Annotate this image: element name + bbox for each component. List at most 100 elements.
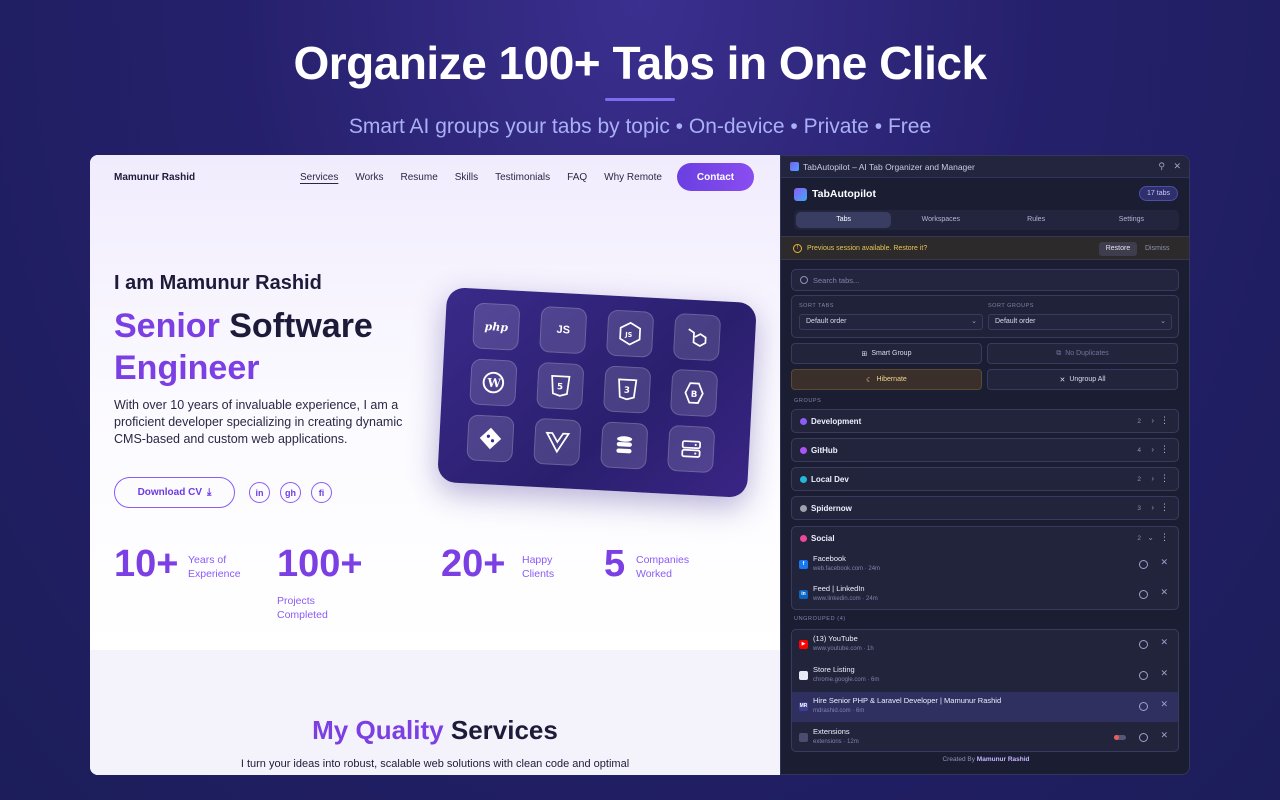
close-tab-icon[interactable]: ✕ (1160, 637, 1168, 648)
tab-row-store-listing[interactable]: Store Listing chrome.google.com · 6m ✕ (792, 661, 1178, 691)
clock-icon[interactable] (1139, 560, 1148, 569)
group-color-dot (800, 505, 807, 512)
more-icon[interactable]: ⋮ (1160, 502, 1169, 513)
hibernate-button[interactable]: ☾ Hibernate (791, 369, 982, 390)
server-icon (666, 424, 716, 474)
close-tab-icon[interactable]: ✕ (1160, 730, 1168, 741)
no-duplicates-label: No Duplicates (1065, 350, 1109, 357)
tab-rules[interactable]: Rules (989, 210, 1084, 230)
tab-tabs[interactable]: Tabs (796, 212, 892, 228)
site-brand[interactable]: Mamunur Rashid (114, 172, 195, 183)
tab-row-linkedin[interactable]: in Feed | LinkedIn www.linkedin.com · 24… (792, 580, 1178, 610)
window-title: TabAutopilot – AI Tab Organizer and Mana… (803, 162, 975, 172)
app-logo-icon (794, 188, 807, 201)
more-icon[interactable]: ⋮ (1160, 415, 1169, 426)
html5-icon: 5 (536, 361, 585, 411)
fiverr-icon[interactable]: fi (311, 482, 332, 503)
more-icon[interactable]: ⋮ (1160, 444, 1169, 455)
download-icon: ⤓ (207, 487, 212, 498)
tech-stack-card: php JS JS W 5 3 B (437, 287, 757, 498)
clock-icon[interactable] (1139, 733, 1148, 742)
role-word-engineer: Engineer (114, 349, 260, 387)
search-icon (800, 276, 808, 284)
chevron-right-icon[interactable]: › (1151, 416, 1154, 425)
sort-panel: SORT TABS SORT GROUPS Default order ⌄ De… (791, 295, 1179, 338)
ungroup-all-label: Ungroup All (1069, 376, 1106, 383)
group-name: Local Dev (811, 475, 849, 484)
close-tab-icon[interactable]: ✕ (1160, 668, 1168, 679)
pin-icon[interactable]: ⚲ (1158, 161, 1165, 172)
stat-years-label: Years of Experience (188, 554, 241, 580)
sort-groups-value: Default order (995, 318, 1036, 325)
role-heading: Senior Software Engineer (114, 305, 424, 389)
services-title-rest: Services (443, 715, 558, 745)
nav-faq[interactable]: FAQ (567, 172, 587, 183)
nav-services[interactable]: Services (300, 172, 338, 183)
tab-title: Facebook (813, 554, 846, 563)
hibernate-toggle[interactable] (1114, 735, 1126, 740)
tab-row-facebook[interactable]: f Facebook web.facebook.com · 24m ✕ (792, 550, 1178, 580)
close-tab-icon[interactable]: ✕ (1160, 587, 1168, 598)
chevron-down-icon[interactable]: ⌄ (1147, 533, 1154, 542)
group-spidernow[interactable]: Spidernow 3 › ⋮ (791, 496, 1179, 520)
group-name[interactable]: Social (811, 534, 835, 543)
sort-tabs-select[interactable]: Default order ⌄ (799, 314, 983, 330)
footer-author[interactable]: Mamunur Rashid (977, 756, 1030, 763)
chevron-right-icon[interactable]: › (1151, 445, 1154, 454)
clock-icon[interactable] (1139, 640, 1148, 649)
notice-text: Previous session available. Restore it? (807, 245, 928, 252)
hero-title: Organize 100+ Tabs in One Click (293, 37, 987, 89)
nav-resume[interactable]: Resume (401, 172, 438, 183)
group-color-dot (800, 418, 807, 425)
stat-clients-number: 20+ (441, 543, 506, 585)
close-icon[interactable]: ✕ (1173, 161, 1181, 172)
clock-icon[interactable] (1139, 671, 1148, 680)
stat-companies-label: Companies Worked (636, 554, 690, 580)
group-github[interactable]: GitHub 4 › ⋮ (791, 438, 1179, 462)
sort-tabs-value: Default order (806, 318, 847, 325)
git-icon (466, 414, 515, 463)
nav-skills[interactable]: Skills (455, 172, 478, 183)
group-name: Development (811, 417, 862, 426)
sort-tabs-label: SORT TABS (799, 303, 834, 309)
clock-icon[interactable] (1139, 590, 1148, 599)
tab-row-youtube[interactable]: ▶ (13) YouTube www.youtube.com · 1h ✕ (792, 630, 1178, 660)
group-development[interactable]: Development 2 › ⋮ (791, 409, 1179, 433)
ungroup-all-button[interactable]: ✕ Ungroup All (987, 369, 1178, 390)
download-cv-button[interactable]: Download CV ⤓ (114, 477, 235, 508)
download-cv-label: Download CV (137, 487, 203, 498)
close-tab-icon[interactable]: ✕ (1160, 557, 1168, 568)
more-icon[interactable]: ⋮ (1160, 473, 1169, 484)
tab-settings[interactable]: Settings (1084, 210, 1179, 230)
linkedin-icon[interactable]: in (249, 482, 270, 503)
chevron-down-icon: ⌄ (1160, 318, 1166, 325)
copy-icon: ⧉ (1056, 349, 1062, 357)
nav-why-remote[interactable]: Why Remote (604, 172, 662, 183)
group-count: 2 (1137, 535, 1141, 542)
contact-button[interactable]: Contact (677, 163, 754, 191)
javascript-icon: JS (539, 305, 588, 355)
clock-icon[interactable] (1139, 702, 1148, 711)
chevron-right-icon[interactable]: › (1151, 474, 1154, 483)
search-field[interactable]: Search tabs... (791, 269, 1179, 291)
tab-row-mdrashid[interactable]: MR Hire Senior PHP & Laravel Developer |… (792, 692, 1178, 722)
tab-workspaces[interactable]: Workspaces (893, 210, 988, 230)
restore-button[interactable]: Restore (1099, 242, 1137, 256)
group-local-dev[interactable]: Local Dev 2 › ⋮ (791, 467, 1179, 491)
smart-group-button[interactable]: ⊞ Smart Group (791, 343, 982, 364)
stat-clients-label: Happy Clients (522, 554, 555, 580)
sort-groups-select[interactable]: Default order ⌄ (988, 314, 1172, 330)
chevron-right-icon[interactable]: › (1151, 503, 1154, 512)
chevron-down-icon: ⌄ (971, 318, 977, 325)
tab-row-extensions[interactable]: Extensions extensions · 12m ✕ (792, 723, 1178, 751)
close-tab-icon[interactable]: ✕ (1160, 699, 1168, 710)
more-icon[interactable]: ⋮ (1160, 532, 1169, 543)
github-icon[interactable]: gh (280, 482, 301, 503)
nav-testimonials[interactable]: Testimonials (495, 172, 550, 183)
restore-notice: ! Previous session available. Restore it… (781, 236, 1189, 260)
footer-credit: Created By Mamunur Rashid (781, 756, 1189, 763)
group-count: 3 (1137, 505, 1141, 512)
no-duplicates-button[interactable]: ⧉ No Duplicates (987, 343, 1178, 364)
nav-works[interactable]: Works (355, 172, 383, 183)
dismiss-button[interactable]: Dismiss (1145, 245, 1170, 252)
